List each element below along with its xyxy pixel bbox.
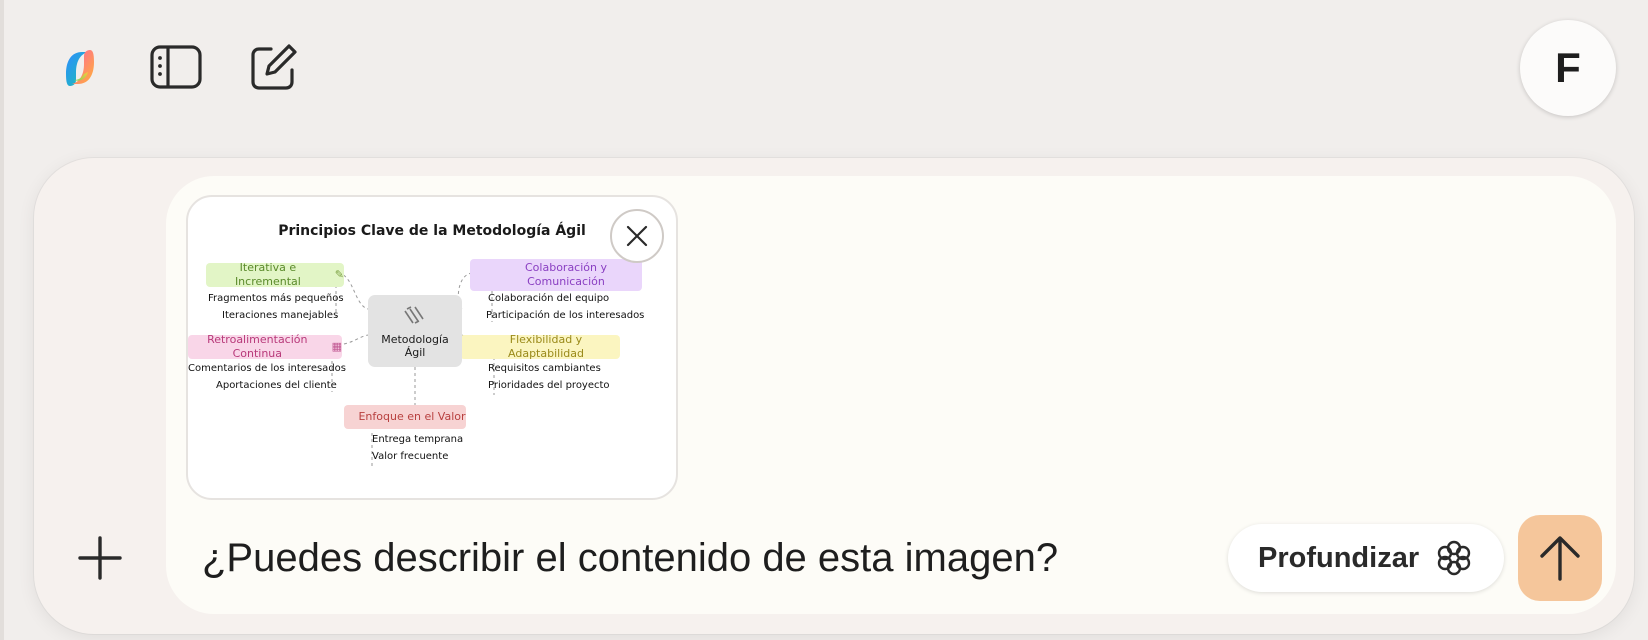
deep-think-label: Profundizar <box>1258 541 1420 574</box>
mindmap-item: Colaboración del equipo <box>488 293 610 304</box>
attached-image-thumbnail[interactable]: Principios Clave de la Metodología Ágil … <box>186 195 678 500</box>
mindmap-center-node: Metodología Ágil <box>368 295 462 367</box>
arrow-up-icon <box>1540 536 1580 581</box>
center-line-1: Metodología <box>381 333 449 346</box>
new-chat-icon <box>251 44 297 90</box>
deep-think-button[interactable]: Profundizar <box>1228 524 1504 592</box>
center-line-2: Ágil <box>404 346 426 359</box>
mindmap-node-value: Enfoque en el Valor <box>344 405 466 429</box>
agile-icon <box>404 306 424 324</box>
mindmap-item: Aportaciones del cliente <box>216 380 337 391</box>
mindmap-node-label: Retroalimentación Continua <box>207 333 308 360</box>
send-button[interactable] <box>1518 515 1602 601</box>
mindmap-item: Requisitos cambiantes <box>488 363 601 374</box>
mindmap-node-flexibility: Flexibilidad y Adaptabilidad <box>460 333 620 360</box>
plus-icon <box>78 536 122 580</box>
new-chat-button[interactable] <box>246 42 302 92</box>
close-icon <box>626 225 648 247</box>
mindmap-node-label: Flexibilidad y Adaptabilidad <box>508 333 584 360</box>
deep-think-icon <box>1437 540 1471 576</box>
mindmap-item: Valor frecuente <box>372 451 449 462</box>
clipboard-icon: ▦ <box>331 340 342 353</box>
mindmap-node-iterative: Iterativa e Incremental ✎ <box>206 261 344 288</box>
tag-icon: ✎ <box>334 268 344 281</box>
top-bar: F <box>0 0 1648 140</box>
mindmap-item: Fragmentos más pequeños <box>208 293 344 304</box>
mindmap-node-collaboration: Colaboración y Comunicación <box>470 259 642 291</box>
mindmap-item: Prioridades del proyecto <box>488 380 610 391</box>
remove-attachment-button[interactable] <box>610 209 664 263</box>
message-input[interactable]: ¿Puedes describir el contenido de esta i… <box>202 530 1102 586</box>
mindmap-node-label: Colaboración y Comunicación <box>525 261 607 288</box>
copilot-logo-icon[interactable] <box>56 44 104 92</box>
mindmap-item: Participación de los interesados <box>486 310 645 321</box>
mindmap-item: Comentarios de los interesados <box>188 363 346 374</box>
sidebar-toggle-button[interactable] <box>148 42 204 92</box>
mindmap-item: Entrega temprana <box>372 434 464 445</box>
mindmap-node-label: Iterativa e Incremental <box>234 261 301 288</box>
mindmap-node-feedback: Retroalimentación Continua ▦ <box>188 333 342 360</box>
add-attachment-button[interactable] <box>70 528 130 588</box>
sidebar-toggle-icon <box>150 45 202 89</box>
user-avatar[interactable]: F <box>1520 20 1616 116</box>
mindmap-node-label: Enfoque en el Valor <box>358 410 466 423</box>
mindmap-item: Iteraciones manejables <box>222 310 339 321</box>
